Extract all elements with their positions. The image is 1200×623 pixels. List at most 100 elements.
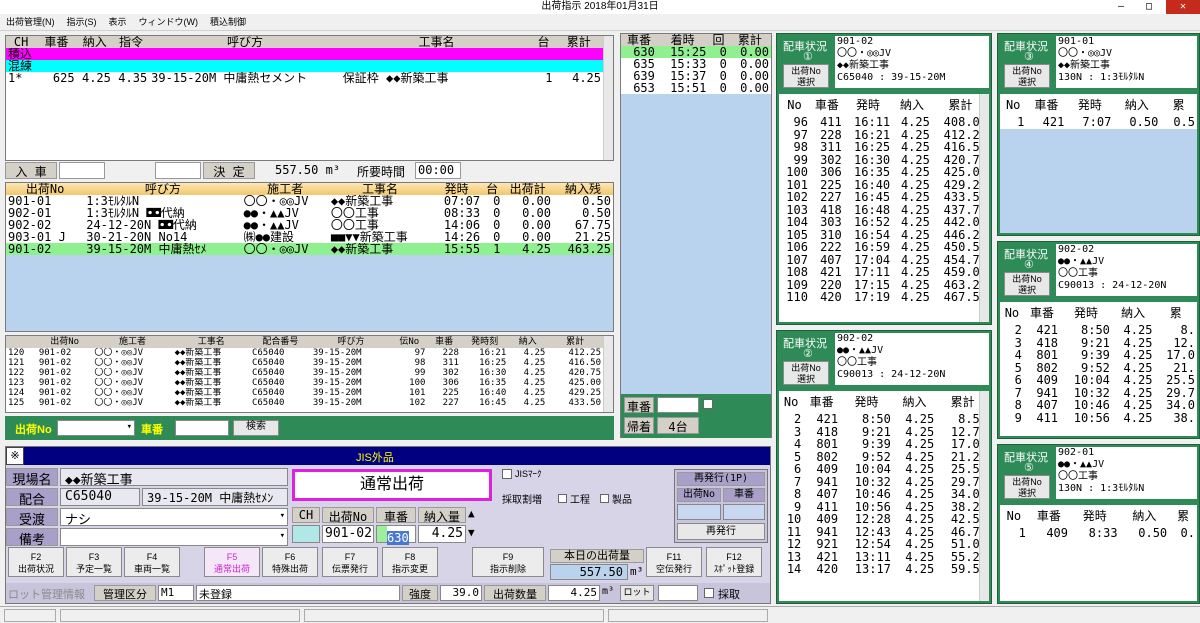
column-header[interactable]: 配合番号 [249, 336, 311, 348]
table-row[interactable]: 2 421 8:50 4.25 8.50 [779, 413, 989, 426]
column-header[interactable]: 車番 [1028, 505, 1070, 527]
table-row[interactable]: 109 220 17:15 4.25 463.25 [779, 279, 989, 292]
reissue-button[interactable]: 再発行 [677, 523, 765, 540]
table-row[interactable]: 96 411 16:11 4.25 408.00 [779, 116, 989, 129]
lot-button[interactable]: ロット [620, 585, 654, 601]
table-row[interactable]: 5 802 9:52 4.25 21.25 [779, 451, 989, 464]
column-header[interactable]: 納入 [1120, 505, 1170, 527]
search-car-input[interactable] [175, 420, 229, 436]
select-ship-button[interactable]: 出荷No選択 [1004, 475, 1050, 499]
table-row[interactable]: 901-01 1:3ﾓﾙﾀﾙN 〇〇・◎◎JV ◆◆新築工事 07:07 0 0.00 0.5… [6, 195, 613, 207]
table-row[interactable]: 901-02 39-15-20M 中庸熱ｾﾒ 〇〇・◎◎JV ◆◆新築工事 15:55 1… [6, 243, 613, 255]
table-row[interactable]: 3 418 9:21 4.25 12.75 [779, 426, 989, 439]
entry-field-2[interactable] [155, 162, 201, 179]
table-row[interactable]: 108 421 17:11 4.25 459.00 [779, 266, 989, 279]
jis-checkbox[interactable] [502, 469, 512, 479]
fkey-f8-button[interactable]: F8 指示変更 [382, 547, 438, 577]
column-header[interactable]: 呼び方 [149, 36, 341, 48]
table-row[interactable]: 3 418 9:21 4.25 12. [1000, 337, 1197, 350]
menu-item[interactable]: 積込制御 [204, 14, 252, 31]
select-ship-button[interactable]: 出荷No選択 [1004, 272, 1050, 296]
table-row[interactable]: 635 15:33 0 0.00 [621, 58, 771, 70]
column-header[interactable] [6, 336, 37, 348]
column-header[interactable]: 工事名 [172, 336, 250, 348]
table-row[interactable]: 902-02 24-12-20N ◘◘代納 ●●・▲▲JV 〇〇工事 14:06 0 0.0… [6, 219, 613, 231]
column-header[interactable]: 呼び方 [310, 336, 392, 348]
reissue-car-field[interactable] [723, 504, 765, 520]
column-header[interactable]: 累 [1154, 302, 1197, 324]
column-header[interactable]: 納入 [892, 94, 932, 116]
menu-item[interactable]: 表示 [103, 14, 133, 31]
table-row[interactable]: 1* 625 4.25 4.35 39-15-20M 中庸熱セメント 保証枠 ◆◆新築工事… [6, 72, 603, 84]
table-row[interactable]: 110 420 17:19 4.25 467.50 [779, 291, 989, 304]
column-header[interactable]: 施工者 [92, 336, 173, 348]
search-ship-select[interactable]: ▾ [57, 420, 135, 436]
table-row[interactable]: 7 941 10:32 4.25 29.7 [1000, 387, 1197, 400]
table-row[interactable]: 103 418 16:48 4.25 437.75 [779, 204, 989, 217]
column-header[interactable]: 車番 [810, 94, 844, 116]
table-row[interactable]: 125 901-02 〇〇・◎◎JV ◆◆新築工事 C65040 39-15-20M 102… [6, 398, 603, 408]
lot-field[interactable] [658, 585, 698, 601]
entry-field[interactable] [59, 162, 105, 179]
ship-mode-button[interactable]: 通常出荷 [292, 469, 492, 501]
table-row[interactable]: 4 801 9:39 4.25 17.0 [1000, 349, 1197, 362]
table-row[interactable]: 14 420 13:17 4.25 59.50 [779, 563, 989, 576]
fkey-f12-button[interactable]: F12 ｽﾎﾟｯﾄ登録 [706, 547, 762, 577]
select-ship-button[interactable]: 出荷No選択 [1004, 64, 1050, 88]
table-row[interactable]: 7 941 10:32 4.25 29.75 [779, 476, 989, 489]
select-ship-button[interactable]: 出荷No選択 [783, 361, 829, 385]
column-header[interactable]: 車番 [803, 391, 840, 413]
column-header[interactable]: 発時 [840, 391, 893, 413]
menu-item[interactable]: ウィンドウ(W) [133, 14, 205, 31]
fkey-f4-button[interactable]: F4 車両一覧 [124, 547, 180, 577]
table-row[interactable]: 混練 [6, 60, 603, 72]
table-row[interactable]: 902-01 1:3ﾓﾙﾀﾙN ◘◘代納 ●●・▲▲JV 〇〇工事 08:33 0 0.00… [6, 207, 613, 219]
column-header[interactable]: 出荷No [6, 183, 84, 195]
table-row[interactable]: 1 409 8:33 0.50 0. [1000, 527, 1197, 540]
reissue-ship-field[interactable] [677, 504, 721, 520]
detail-scrollbar[interactable] [603, 336, 613, 412]
ship-no-field[interactable]: 901-02 [322, 525, 374, 543]
column-header[interactable]: 累計 [728, 34, 771, 46]
fkey-f3-button[interactable]: F3 予定一覧 [66, 547, 122, 577]
table-row[interactable]: 99 302 16:30 4.25 420.75 [779, 154, 989, 167]
process-checkbox[interactable] [558, 494, 567, 503]
column-header[interactable]: 着時 [656, 34, 709, 46]
column-header[interactable]: 台 [532, 36, 555, 48]
column-header[interactable]: 納入 [1112, 302, 1155, 324]
column-header[interactable]: No [779, 391, 803, 413]
table-row[interactable]: 104 303 16:52 4.25 442.00 [779, 216, 989, 229]
fkey-f7-button[interactable]: F7 伝票発行 [322, 547, 378, 577]
receive-select[interactable]: ナシ ▾ [60, 508, 288, 528]
product-checkbox[interactable] [600, 494, 609, 503]
fkey-f6-button[interactable]: F6 特殊出荷 [262, 547, 318, 577]
column-header[interactable]: No [1000, 302, 1024, 324]
column-header[interactable]: 呼び方 [84, 183, 241, 195]
note-select[interactable]: ▾ [60, 528, 288, 546]
column-header[interactable]: 納入 [76, 36, 113, 48]
column-header[interactable]: CH [6, 36, 37, 48]
column-header[interactable]: 車番 [1024, 302, 1060, 324]
table-row[interactable]: 5 802 9:52 4.25 21. [1000, 362, 1197, 375]
column-header[interactable]: No [1000, 94, 1026, 116]
minimize-button[interactable]: — [1110, 0, 1132, 14]
menu-item[interactable]: 出荷管理(N) [0, 14, 61, 31]
table-row[interactable]: 102 227 16:45 4.25 433.50 [779, 191, 989, 204]
close-button[interactable]: ✕ [1166, 0, 1200, 14]
column-header[interactable]: 台 [482, 183, 502, 195]
table-row[interactable]: 8 407 10:46 4.25 34.00 [779, 488, 989, 501]
table-row[interactable]: 11 941 12:43 4.25 46.75 [779, 526, 989, 539]
table-row[interactable]: 123 901-02 〇〇・◎◎JV ◆◆新築工事 C65040 39-15-20M 100… [6, 378, 603, 388]
column-header[interactable]: 発時刻 [460, 336, 509, 348]
car-input[interactable] [657, 397, 699, 413]
collect-checkbox[interactable] [704, 588, 714, 598]
table-row[interactable]: 9 411 10:56 4.25 38.25 [779, 501, 989, 514]
column-header[interactable]: 納入 [893, 391, 936, 413]
select-ship-button[interactable]: 出荷No選択 [783, 64, 829, 88]
column-header[interactable]: 発時 [1070, 505, 1120, 527]
fkey-f11-button[interactable]: F11 空伝発行 [646, 547, 702, 577]
column-header[interactable]: 累 [1160, 94, 1197, 116]
loading-scrollbar[interactable] [603, 36, 613, 160]
card-scrollbar[interactable] [979, 391, 989, 601]
column-header[interactable]: No [1000, 505, 1028, 527]
